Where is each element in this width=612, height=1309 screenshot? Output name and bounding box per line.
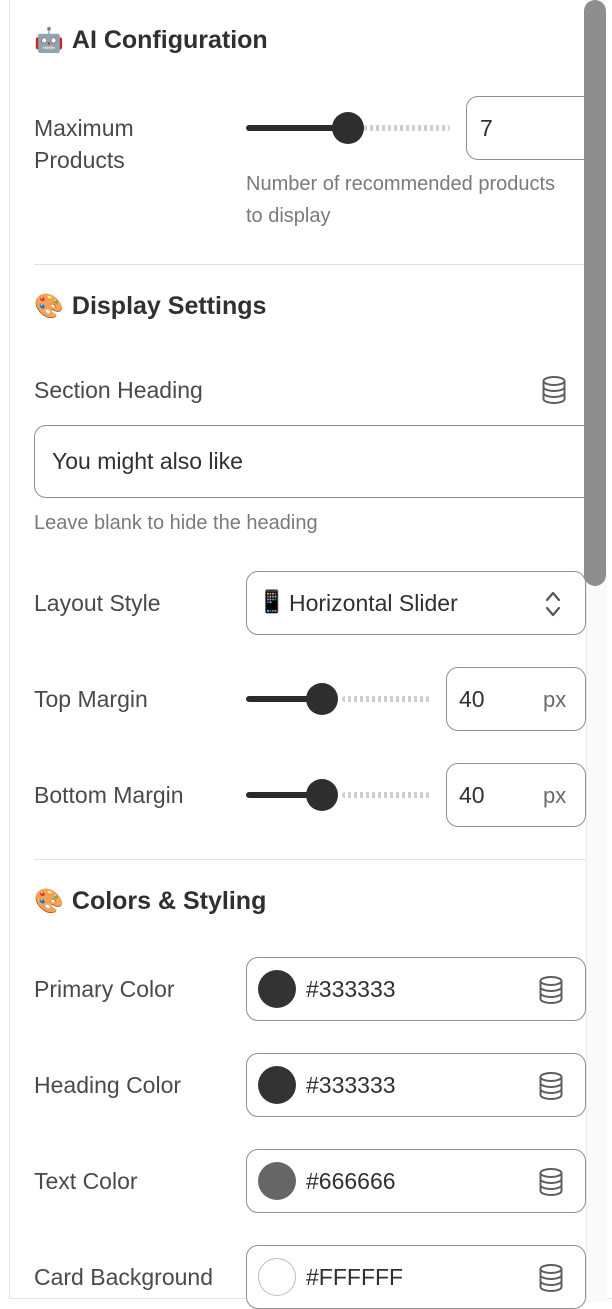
- primary-color-field[interactable]: #333333: [246, 957, 586, 1021]
- slider-thumb[interactable]: [306, 779, 338, 811]
- section-heading-value: You might also like: [52, 448, 243, 474]
- select-chevron-icon: [545, 591, 561, 617]
- section-heading-help: Leave blank to hide the heading: [34, 512, 318, 534]
- slider-thumb[interactable]: [332, 112, 364, 144]
- bottom-margin-label: Bottom Margin: [34, 782, 184, 808]
- display-settings-title: Display Settings: [71, 292, 267, 320]
- top-margin-unit: px: [543, 687, 567, 712]
- robot-icon: 🤖: [34, 26, 64, 54]
- text-color-label: Text Color: [34, 1168, 138, 1194]
- color-swatch[interactable]: [258, 1066, 296, 1104]
- scrollbar-thumb[interactable]: [584, 0, 606, 586]
- ai-config-heading: 🤖 AI Configuration: [34, 26, 268, 55]
- colors-styling-title: Colors & Styling: [71, 887, 267, 915]
- top-margin-input[interactable]: 40 px: [446, 667, 586, 731]
- heading-color-label: Heading Color: [34, 1072, 182, 1098]
- database-icon[interactable]: [541, 376, 567, 404]
- slider-track: [342, 792, 430, 798]
- primary-color-value: #333333: [306, 976, 396, 1002]
- top-margin-label: Top Margin: [34, 686, 148, 712]
- max-products-help: Number of recommended products to displa…: [246, 173, 556, 227]
- slider-thumb[interactable]: [306, 683, 338, 715]
- bottom-margin-value: 40: [459, 782, 485, 808]
- card-background-value: #FFFFFF: [306, 1264, 404, 1290]
- database-icon[interactable]: [538, 976, 564, 1004]
- slider-track: [364, 125, 450, 131]
- bottom-margin-unit: px: [543, 783, 567, 808]
- max-products-input[interactable]: 7: [466, 96, 596, 160]
- ai-config-title: AI Configuration: [71, 26, 268, 54]
- card-background-label: Card Background: [34, 1264, 213, 1290]
- primary-color-label: Primary Color: [34, 976, 175, 1002]
- display-settings-heading: 🎨 Display Settings: [34, 292, 266, 321]
- heading-color-field[interactable]: #333333: [246, 1053, 586, 1117]
- max-products-value: 7: [480, 115, 493, 141]
- palette-icon: 🎨: [34, 292, 64, 320]
- max-products-slider[interactable]: [246, 112, 450, 144]
- heading-color-value: #333333: [306, 1072, 396, 1098]
- section-heading-label: Section Heading: [34, 377, 203, 403]
- layout-style-label: Layout Style: [34, 590, 161, 616]
- slider-track: [342, 696, 430, 702]
- layout-style-value: Horizontal Slider: [289, 590, 458, 616]
- layout-style-select[interactable]: 📱 Horizontal Slider: [246, 571, 586, 635]
- bottom-margin-input[interactable]: 40 px: [446, 763, 586, 827]
- palette-icon: 🎨: [34, 887, 64, 915]
- color-swatch[interactable]: [258, 1162, 296, 1200]
- database-icon[interactable]: [538, 1264, 564, 1292]
- section-heading-input[interactable]: You might also like: [34, 425, 596, 498]
- text-color-value: #666666: [306, 1168, 396, 1194]
- database-icon[interactable]: [538, 1072, 564, 1100]
- top-margin-slider[interactable]: [246, 683, 430, 715]
- phone-icon: 📱: [258, 589, 286, 614]
- section-divider: [34, 859, 586, 860]
- text-color-field[interactable]: #666666: [246, 1149, 586, 1213]
- colors-styling-heading: 🎨 Colors & Styling: [34, 887, 266, 916]
- top-margin-value: 40: [459, 686, 485, 712]
- database-icon[interactable]: [538, 1168, 564, 1196]
- section-divider: [34, 264, 586, 265]
- max-products-label: Maximum Products: [34, 115, 134, 173]
- card-background-field[interactable]: #FFFFFF: [246, 1245, 586, 1309]
- color-swatch[interactable]: [258, 970, 296, 1008]
- color-swatch[interactable]: [258, 1258, 296, 1296]
- bottom-margin-slider[interactable]: [246, 779, 430, 811]
